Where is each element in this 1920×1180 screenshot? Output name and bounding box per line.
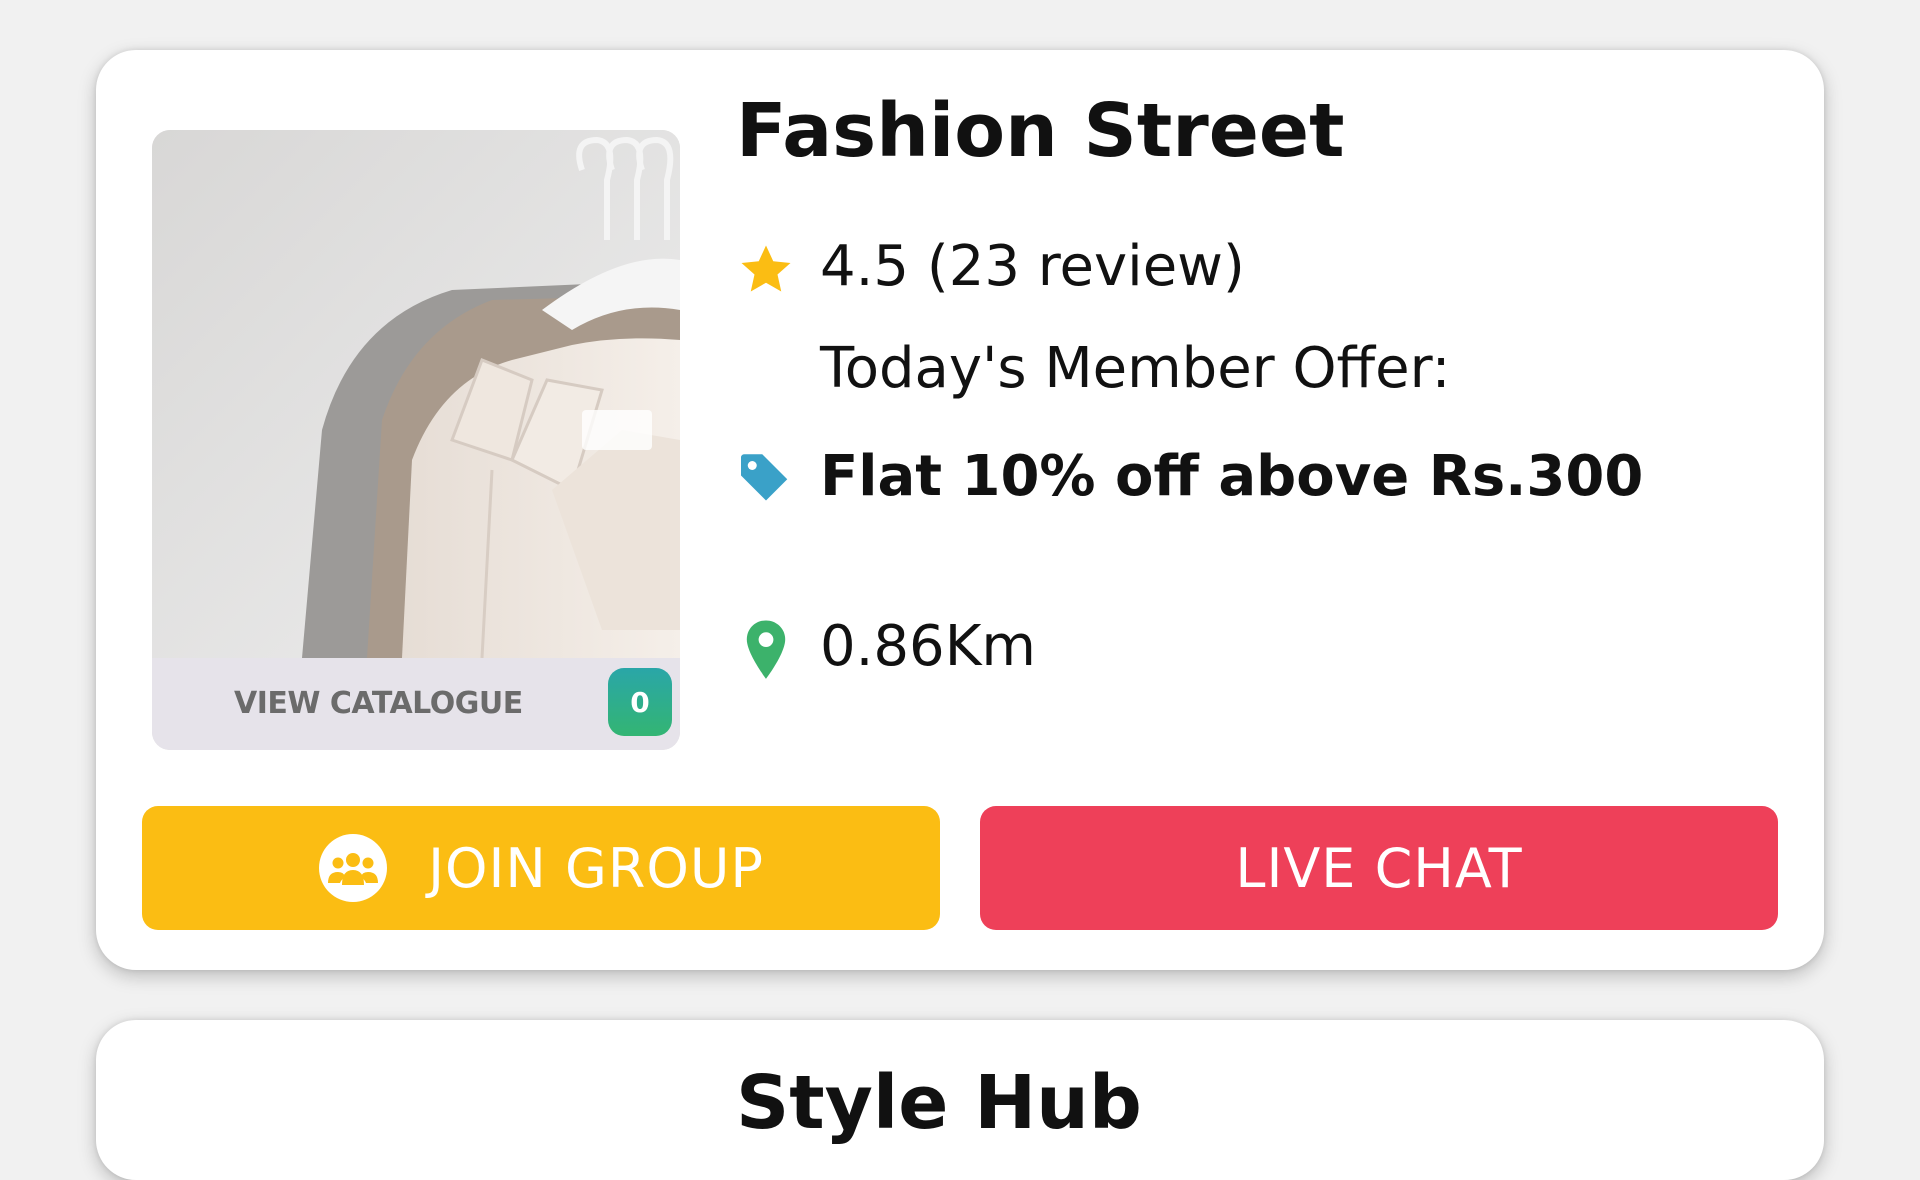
offer-label: Today's Member Offer: [820,336,1451,401]
live-chat-button[interactable]: LIVE CHAT [980,806,1778,930]
catalogue-count-badge: 0 [608,668,672,736]
tag-icon [736,448,796,508]
clothes-rack-image [152,130,680,658]
store-name: Fashion Street [736,88,1345,174]
store-card[interactable]: VIEW CATALOGUE 0 Fashion Street 4.5 (23 … [96,50,1824,970]
next-store-card[interactable]: Style Hub [96,1020,1824,1180]
star-icon [736,240,796,300]
live-chat-label: LIVE CHAT [1235,836,1523,900]
offer-value: Flat 10% off above Rs.300 [820,444,1644,509]
rating-text: 4.5 (23 review) [820,234,1245,299]
next-store-name: Style Hub [736,1060,1142,1146]
map-pin-icon [736,620,796,680]
view-catalogue-label: VIEW CATALOGUE [234,686,523,721]
group-icon [318,833,388,903]
distance-row: 0.86Km [736,610,1036,690]
rating-row: 4.5 (23 review) [736,230,1245,310]
join-group-label: JOIN GROUP [428,836,764,900]
catalogue-thumbnail[interactable]: VIEW CATALOGUE 0 [152,130,680,750]
distance-text: 0.86Km [820,614,1036,679]
view-catalogue-bar[interactable]: VIEW CATALOGUE 0 [152,658,680,750]
join-group-button[interactable]: JOIN GROUP [142,806,940,930]
